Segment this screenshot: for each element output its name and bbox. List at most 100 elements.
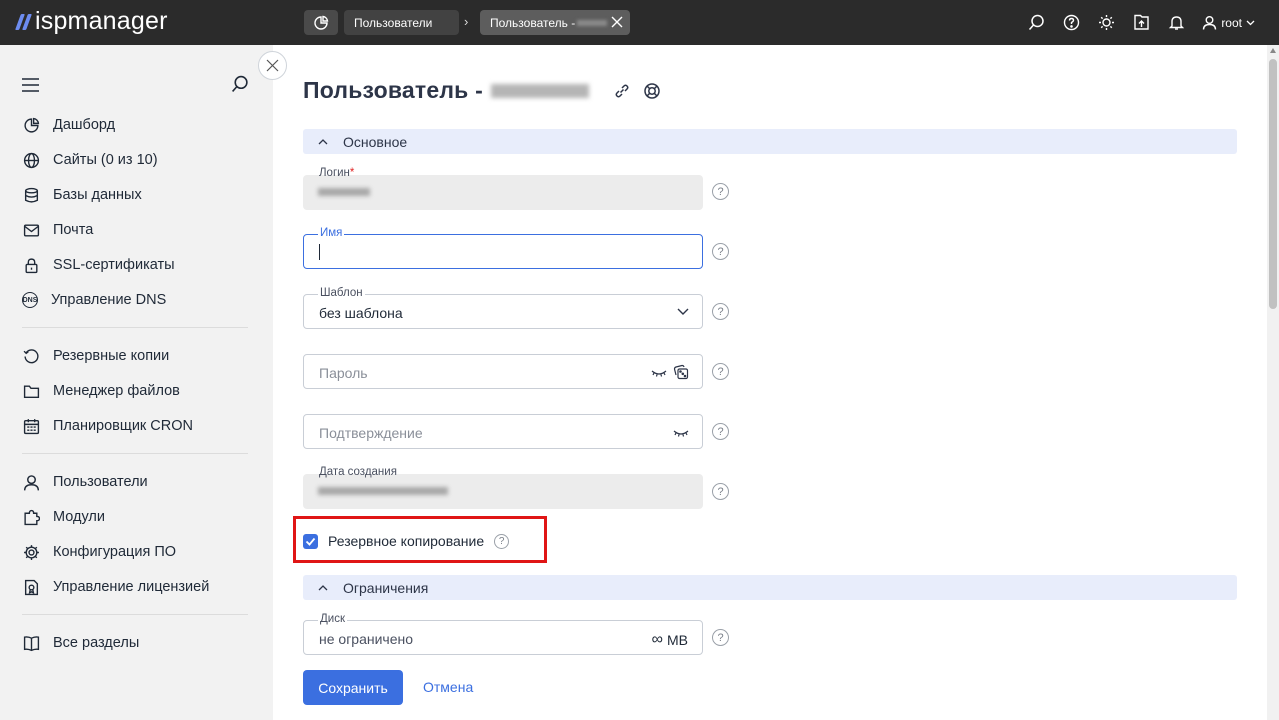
app-logo[interactable]: ispmanager [15,7,168,36]
breadcrumb-chevron-icon: › [464,14,469,29]
help-icon[interactable]: ? [712,629,729,646]
mail-icon [22,221,40,239]
sidebar-item-license[interactable]: Управление лицензией [22,576,209,598]
disk-unit-suffix: ∞ MB [652,631,688,649]
tab-users-label: Пользователи [354,15,433,30]
sidebar-divider [22,327,248,328]
tab-user-edit[interactable]: Пользователь - [480,10,630,35]
redacted-creation-date [318,487,448,495]
lock-icon [22,256,40,274]
logo-text: ispmanager [35,7,168,35]
redacted-username [577,19,608,26]
sidebar-divider [22,614,248,615]
main-content: Пользователь - Основное Логин* ? Имя ? Ш… [273,45,1267,720]
chevron-up-icon [318,138,328,144]
help-icon[interactable]: ? [712,483,729,500]
tab-users[interactable]: Пользователи [344,10,459,35]
password-field[interactable]: Пароль [303,354,703,389]
sidebar-item-mail[interactable]: Почта [22,219,93,241]
logo-mark-icon [15,13,32,30]
section-limits[interactable]: Ограничения [303,575,1237,600]
eye-closed-icon[interactable] [672,423,690,441]
generate-password-dice-icon[interactable] [672,363,690,381]
page-title-row: Пользователь - [303,77,661,104]
sidebar-item-ssl[interactable]: SSL-сертификаты [22,254,175,276]
sidebar-item-label: Планировщик CRON [53,418,193,434]
top-bar-actions: root [1011,0,1279,45]
calendar-icon [22,417,40,435]
help-icon[interactable]: ? [712,303,729,320]
help-icon[interactable]: ? [712,363,729,380]
sidebar-item-modules[interactable]: Модули [22,506,105,528]
template-label: Шаблон [318,287,365,299]
sidebar-item-label: Конфигурация ПО [53,544,177,560]
sidebar-item-dns[interactable]: DNS Управление DNS [22,289,166,311]
sidebar-item-sites[interactable]: Сайты (0 из 10) [22,149,158,171]
dashboard-icon [22,116,40,134]
scroll-up-arrow-icon[interactable] [1270,48,1276,53]
sidebar-item-label: Управление DNS [51,292,167,308]
sidebar-item-file-manager[interactable]: Менеджер файлов [22,380,180,402]
link-icon[interactable] [613,82,631,100]
section-basic[interactable]: Основное [303,129,1237,154]
cancel-button[interactable]: Отмена [423,679,473,695]
name-field[interactable]: Имя [303,227,703,269]
save-button[interactable]: Сохранить [303,670,403,705]
support-lifebuoy-icon[interactable] [643,82,661,100]
disk-field[interactable]: Диск не ограничено ∞ MB [303,613,703,655]
sidebar-item-dashboard[interactable]: Дашборд [22,114,115,136]
sidebar-item-label: Пользователи [53,474,148,490]
eye-closed-icon[interactable] [650,363,668,381]
disk-label: Диск [318,613,347,625]
dashboard-tab-button[interactable] [304,10,338,35]
license-icon [22,578,40,596]
tab-user-edit-label: Пользователь - [490,15,576,30]
theme-sun-icon[interactable] [1096,13,1116,33]
sidebar-item-label: Модули [53,509,105,525]
menu-icon[interactable] [22,78,39,92]
help-icon[interactable]: ? [712,243,729,260]
password-confirm-field[interactable]: Подтверждение [303,414,703,449]
globe-icon [22,151,40,169]
sidebar-item-backups[interactable]: Резервные копии [22,345,169,367]
login-field: Логин* [303,167,703,210]
sidebar-item-databases[interactable]: Базы данных [22,184,142,206]
gear-icon [22,543,40,561]
bell-icon[interactable] [1166,13,1186,33]
sidebar-search-icon[interactable] [231,75,249,93]
help-icon[interactable]: ? [712,183,729,200]
chevron-up-icon [318,584,328,590]
sidebar-divider [22,453,248,454]
search-icon[interactable] [1026,13,1046,33]
redacted-title-username [490,83,589,98]
help-icon[interactable] [1061,13,1081,33]
close-icon[interactable] [610,15,624,29]
infinity-icon[interactable]: ∞ [652,631,663,649]
sidebar-item-cron[interactable]: Планировщик CRON [22,415,193,437]
user-icon [22,473,40,491]
confirm-placeholder: Подтверждение [319,425,423,441]
redacted-login-value [318,188,370,196]
scrollbar-thumb[interactable] [1269,59,1277,309]
scrollbar[interactable] [1267,45,1279,720]
upload-icon[interactable] [1131,13,1151,33]
backup-icon [22,347,40,365]
password-placeholder: Пароль [319,365,368,381]
sidebar-collapse-button[interactable] [258,51,287,80]
template-value: без шаблона [319,305,403,321]
sidebar-item-software-config[interactable]: Конфигурация ПО [22,541,176,563]
sidebar-item-all-sections[interactable]: Все разделы [22,632,139,654]
help-icon[interactable]: ? [712,423,729,440]
user-menu[interactable]: root [1202,15,1255,30]
disk-unit: MB [667,632,688,648]
dns-icon: DNS [22,292,38,308]
creation-date-field: Дата создания [303,466,703,509]
sidebar-item-users[interactable]: Пользователи [22,471,148,493]
sidebar-item-label: Менеджер файлов [53,383,180,399]
template-select[interactable]: Шаблон без шаблона [303,287,703,329]
sidebar-item-label: Резервные копии [53,348,170,364]
sidebar-item-label: SSL-сертификаты [53,257,175,273]
section-title: Основное [343,133,408,150]
database-icon [22,186,40,204]
user-name: root [1221,15,1242,30]
